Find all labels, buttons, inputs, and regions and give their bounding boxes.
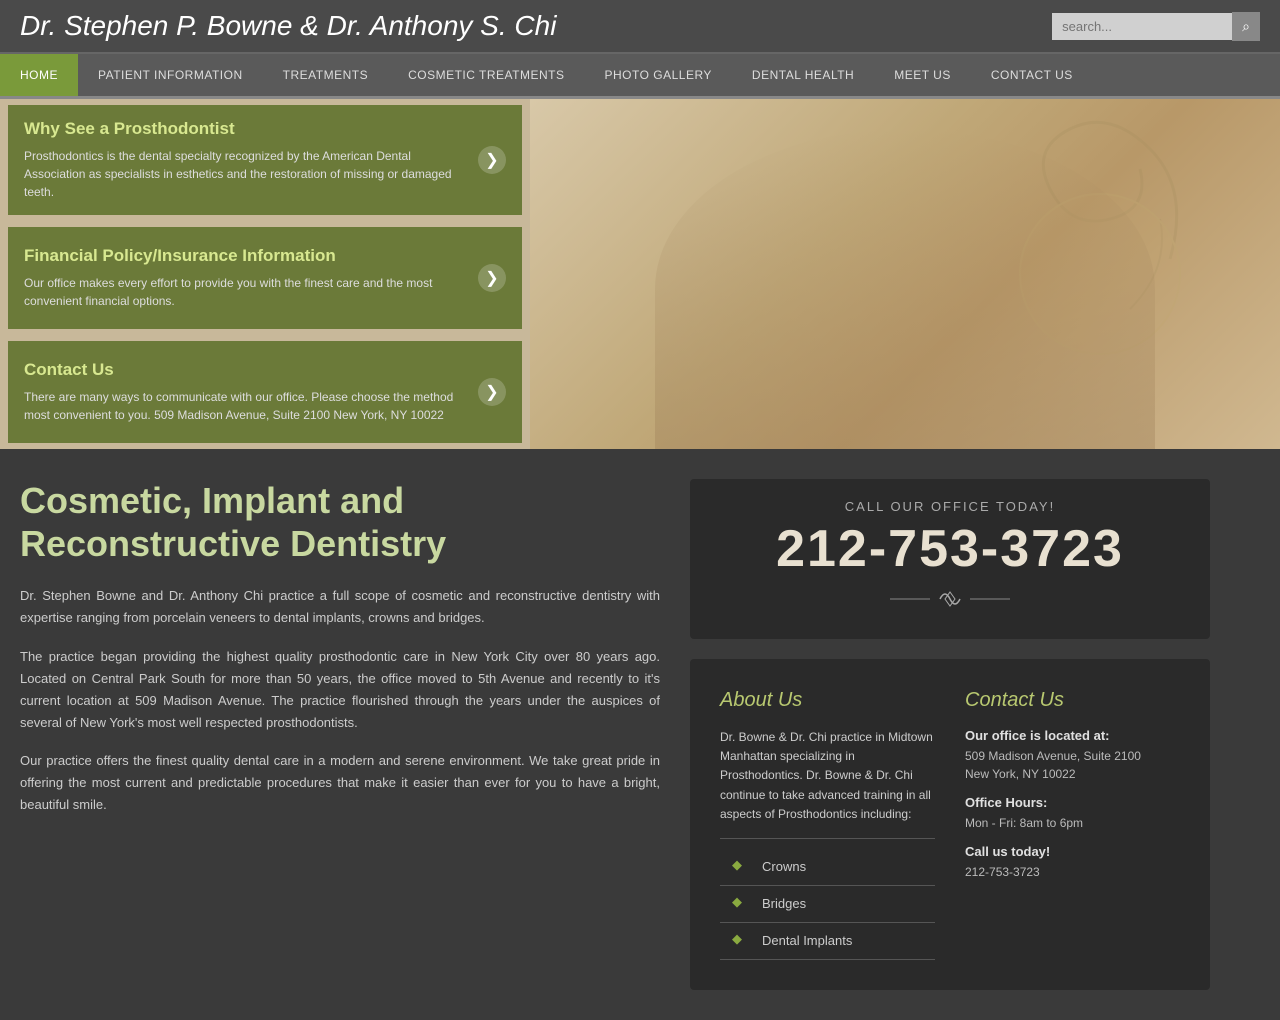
office-address: 509 Madison Avenue, Suite 2100New York, … [965,747,1180,783]
hero-card-1-text: Prosthodontics is the dental specialty r… [24,147,468,201]
main-paragraph-1: Dr. Stephen Bowne and Dr. Anthony Chi pr… [20,585,660,629]
hero-card-3-title: Contact Us [24,360,468,380]
nav-item-patient-info[interactable]: PATIENT INFORMATION [78,54,263,96]
office-hours: Mon - Fri: 8am to 6pm [965,814,1180,832]
divider [720,838,935,839]
nav-item-cosmetic[interactable]: COSMETIC TREATMENTS [388,54,584,96]
office-location-label: Our office is located at: [965,728,1180,743]
office-hours-label: Office Hours: [965,795,1180,810]
search-bar: ⌕ [1052,12,1260,41]
nav-item-dental-health[interactable]: DENTAL HEALTH [732,54,874,96]
main-left: Cosmetic, Implant andReconstructive Dent… [20,479,660,990]
nav-item-contact[interactable]: CONTACT US [971,54,1093,96]
nav-item-meet-us[interactable]: MEET US [874,54,971,96]
call-section: CALL OUR OFFICE TODAY! 212-753-3723 [690,479,1210,639]
hero-cards: Why See a Prosthodontist Prosthodontics … [0,99,530,449]
contact-box-title: Contact Us [965,689,1180,712]
nav-item-treatments[interactable]: TREATMENTS [263,54,388,96]
call-label: CALL OUR OFFICE TODAY! [710,499,1190,514]
about-title: About Us [720,689,935,712]
nav-item-gallery[interactable]: PHOTO GALLERY [584,54,731,96]
ornament [710,584,1190,614]
nav-item-home[interactable]: HOME [0,54,78,96]
tooth-icon: ◆ [732,857,752,877]
hero-card-1-arrow: ❯ [478,146,506,174]
main-paragraph-3: Our practice offers the finest quality d… [20,750,660,816]
search-button[interactable]: ⌕ [1232,12,1260,41]
hero-card-financial[interactable]: Financial Policy/Insurance Information O… [8,227,522,329]
hero-card-2-title: Financial Policy/Insurance Information [24,246,468,266]
tooth-icon-2: ◆ [732,894,752,914]
info-boxes: About Us Dr. Bowne & Dr. Chi practice in… [690,659,1210,990]
about-box: About Us Dr. Bowne & Dr. Chi practice in… [710,679,945,970]
hero-card-1-title: Why See a Prosthodontist [24,119,468,139]
hero-image [530,99,1280,449]
tooth-icon-3: ◆ [732,931,752,951]
search-input[interactable] [1052,13,1232,40]
list-item-crowns[interactable]: ◆ Crowns [720,849,935,886]
main-content: Cosmetic, Implant andReconstructive Dent… [0,449,1280,1020]
call-today-label: Call us today! [965,844,1180,859]
hero-card-2-arrow: ❯ [478,264,506,292]
site-header: Dr. Stephen P. Bowne & Dr. Anthony S. Ch… [0,0,1280,54]
list-item-bridges[interactable]: ◆ Bridges [720,886,935,923]
contact-phone: 212-753-3723 [965,863,1180,881]
page-heading: Cosmetic, Implant andReconstructive Dent… [20,479,660,565]
hero-card-contact[interactable]: Contact Us There are many ways to commun… [8,341,522,443]
hero-card-3-arrow: ❯ [478,378,506,406]
site-title: Dr. Stephen P. Bowne & Dr. Anthony S. Ch… [20,10,556,42]
hero-card-2-text: Our office makes every effort to provide… [24,274,468,310]
list-item-implants[interactable]: ◆ Dental Implants [720,923,935,960]
main-nav: HOME PATIENT INFORMATION TREATMENTS COSM… [0,54,1280,99]
call-number: 212-753-3723 [710,519,1190,579]
contact-box: Contact Us Our office is located at: 509… [955,679,1190,970]
main-paragraph-2: The practice began providing the highest… [20,646,660,734]
hero-card-prosthodontist[interactable]: Why See a Prosthodontist Prosthodontics … [8,105,522,215]
main-right: CALL OUR OFFICE TODAY! 212-753-3723 Abou… [690,479,1210,990]
hero-card-3-text: There are many ways to communicate with … [24,388,468,424]
about-text: Dr. Bowne & Dr. Chi practice in Midtown … [720,728,935,824]
hero-section: Why See a Prosthodontist Prosthodontics … [0,99,1280,449]
